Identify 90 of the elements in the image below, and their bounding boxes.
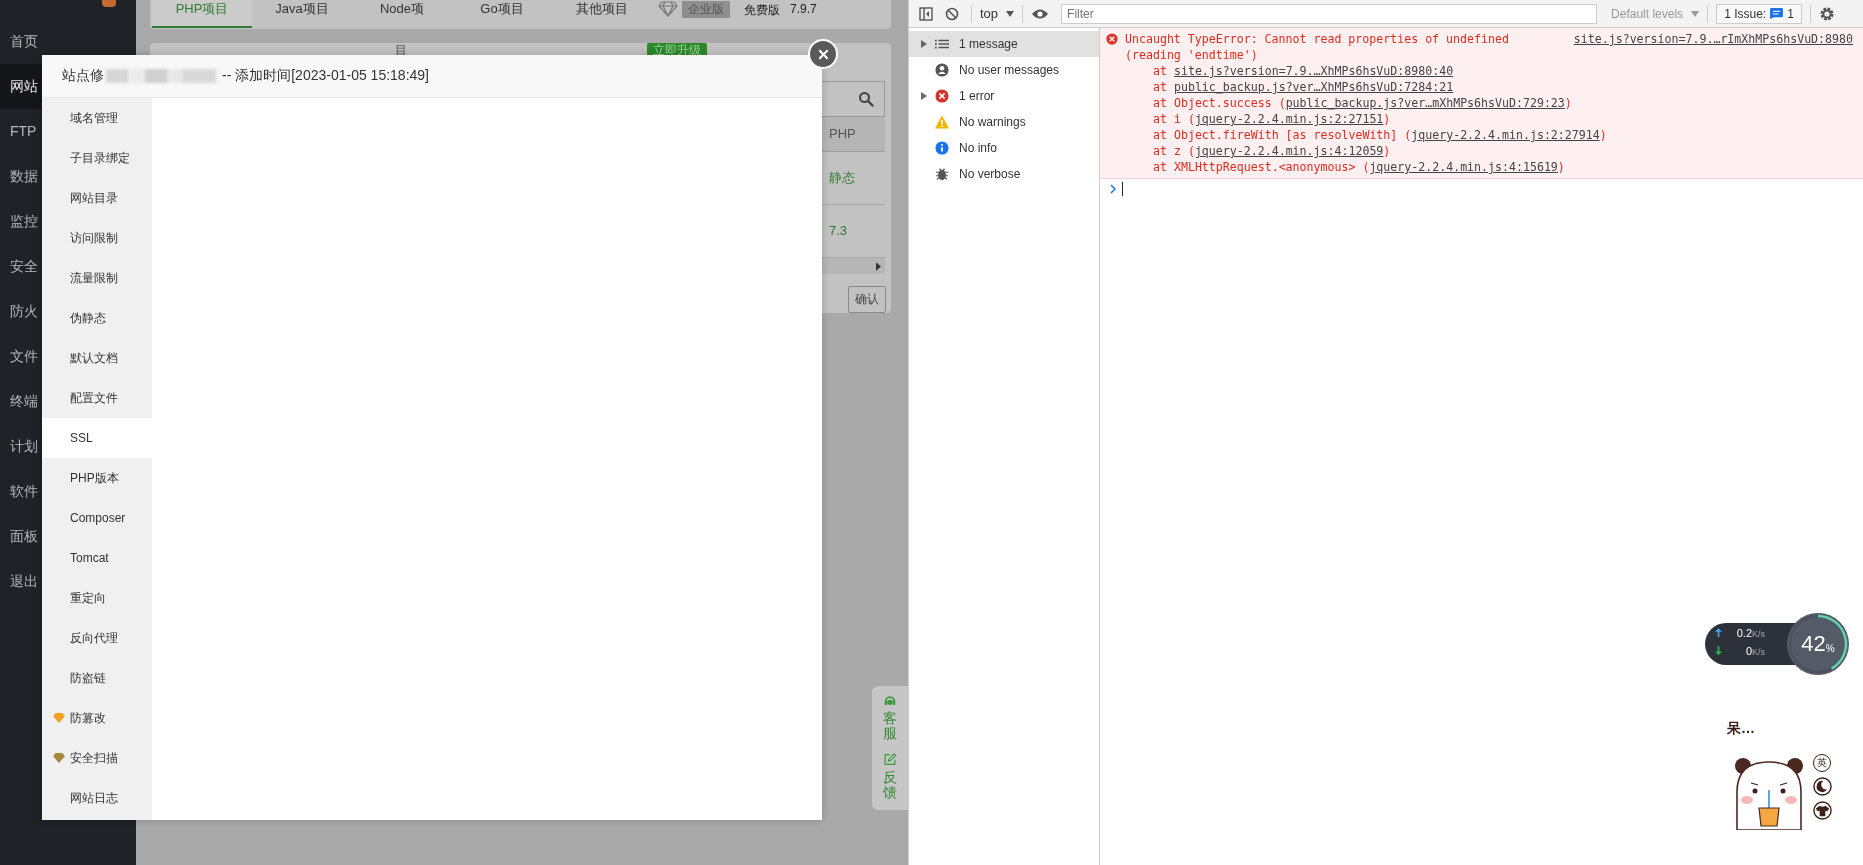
dialog-menu-item[interactable]: 防篡改 xyxy=(42,698,152,738)
scroll-right-icon[interactable] xyxy=(876,261,881,271)
close-button[interactable] xyxy=(808,39,838,69)
expand-icon[interactable] xyxy=(921,40,927,48)
moon-icon[interactable] xyxy=(1813,777,1832,796)
context-dropdown[interactable]: top xyxy=(980,6,999,21)
caret-icon xyxy=(1691,10,1700,17)
speed-unit: K/s xyxy=(1752,647,1765,657)
confirm-button[interactable]: 确认 xyxy=(848,286,886,313)
dialog-menu-item[interactable]: 访问限制 xyxy=(42,218,152,258)
download-speed: 0 xyxy=(1744,645,1752,657)
eye-icon[interactable] xyxy=(1031,7,1050,20)
error-message: Uncaught TypeError: Cannot read properties of undefined xyxy=(1125,31,1509,47)
error-icon xyxy=(935,89,949,103)
percent-sign: % xyxy=(1825,642,1835,654)
dialog-subtitle: -- 添加时间[2023-01-05 15:18:49] xyxy=(222,67,429,85)
message-filter-item[interactable]: No verbose xyxy=(909,161,1099,187)
info-icon xyxy=(935,141,949,155)
project-tab[interactable]: Go项目 xyxy=(452,0,552,26)
dialog-menu-item[interactable]: Composer xyxy=(42,498,152,538)
download-arrow-icon xyxy=(1715,646,1722,655)
message-filter-item[interactable]: No user messages xyxy=(909,57,1099,83)
dialog-menu-item[interactable]: 反向代理 xyxy=(42,618,152,658)
speed-unit: K/s xyxy=(1752,629,1765,639)
caret-icon xyxy=(1006,10,1015,17)
message-filter-item[interactable]: No info xyxy=(909,135,1099,161)
edit-icon xyxy=(883,752,897,766)
dialog-menu-item[interactable]: 域名管理 xyxy=(42,98,152,138)
stack-trace-line: at z (jquery-2.2.4.min.js:4:12059) xyxy=(1152,143,1392,159)
dialog-menu-item[interactable]: PHP版本 xyxy=(42,458,152,498)
diamond-icon xyxy=(658,1,678,17)
dialog-menu-item[interactable]: SSL xyxy=(42,418,152,458)
sidebar-toggle-icon[interactable] xyxy=(919,6,933,21)
headset-icon xyxy=(883,694,897,707)
version-label: 免费版 xyxy=(744,2,780,19)
bug-icon xyxy=(935,167,949,181)
dialog-menu-item[interactable]: 伪静态 xyxy=(42,298,152,338)
shirt-icon[interactable] xyxy=(1813,801,1832,820)
stack-trace-line: at public_backup.js?ver…XhMPs6hsVuD:7284:21 xyxy=(1152,79,1455,95)
upload-speed: 0.2 xyxy=(1735,627,1752,639)
user-icon xyxy=(935,63,949,77)
cpu-percent: 42 xyxy=(1801,631,1826,657)
message-filter-item[interactable]: 1 message xyxy=(909,31,1099,57)
dialog-menu-item[interactable]: 子目录绑定 xyxy=(42,138,152,178)
dialog-menu-item[interactable]: 配置文件 xyxy=(42,378,152,418)
source-link[interactable]: site.js?version=7.9.…rImXhMPs6hsVuD:8980 xyxy=(1573,31,1853,47)
dialog-menu-item[interactable]: 重定向 xyxy=(42,578,152,618)
clear-console-icon[interactable] xyxy=(945,6,959,21)
source-link[interactable]: jquery-2.2.4.min.js:4:15619 xyxy=(1369,160,1558,174)
filter-field[interactable]: Filter xyxy=(1061,3,1598,24)
dialog-menu-item[interactable]: 网站日志 xyxy=(42,778,152,818)
source-link[interactable]: jquery-2.2.4.min.js:2:27914 xyxy=(1411,128,1600,142)
close-icon xyxy=(817,48,829,60)
project-tab[interactable]: Java项目 xyxy=(252,0,352,26)
list-icon xyxy=(935,37,949,51)
project-tab[interactable]: 其他项目 xyxy=(552,0,652,26)
expand-icon[interactable] xyxy=(921,92,927,100)
dialog-menu-item[interactable]: 流量限制 xyxy=(42,258,152,298)
issues-button[interactable]: 1 Issue: 1 xyxy=(1716,3,1802,24)
dialog-menu-item[interactable]: 网站目录 xyxy=(42,178,152,218)
dialog-title: 站点修 xyxy=(62,67,104,85)
settings-icon[interactable] xyxy=(1818,5,1835,22)
dialog-menu-item[interactable]: 安全扫描 xyxy=(42,738,152,778)
stack-trace-line: at Object.success (public_backup.js?ver…mXhMPs6hsVuD:729:23) xyxy=(1152,95,1573,111)
stack-trace-line: at site.js?version=7.9.…XhMPs6hsVuD:8980:40 xyxy=(1152,63,1455,79)
dialog-menu-item[interactable]: Tomcat xyxy=(42,538,152,578)
search-icon xyxy=(858,91,874,107)
source-link[interactable]: jquery-2.2.4.min.js:2:27151 xyxy=(1194,112,1384,126)
upload-arrow-icon xyxy=(1715,628,1722,637)
project-tab[interactable]: Node项 xyxy=(352,0,452,26)
warning-icon xyxy=(935,115,949,129)
message-icon xyxy=(1770,8,1784,19)
prompt-icon xyxy=(1110,184,1116,194)
stack-trace-line: at Object.fireWith [as resolveWith] (jquery-2.2.4.min.js:2:27914) xyxy=(1152,127,1608,143)
stack-trace-line: at i (jquery-2.2.4.min.js:2:27151) xyxy=(1152,111,1392,127)
message-filter-item[interactable]: No warnings xyxy=(909,109,1099,135)
source-link[interactable]: jquery-2.2.4.min.js:4:12059 xyxy=(1194,144,1384,158)
source-link[interactable]: site.js?version=7.9.…XhMPs6hsVuD:8980:40 xyxy=(1173,64,1454,78)
notice-badge xyxy=(102,0,116,7)
dialog-menu-item[interactable]: 默认文档 xyxy=(42,338,152,378)
source-link[interactable]: public_backup.js?ver…mXhMPs6hsVuD:729:23 xyxy=(1285,96,1565,110)
sticker-caption: 呆… xyxy=(1727,720,1755,738)
message-filter-item[interactable]: 1 error xyxy=(909,83,1099,109)
dialog-menu-item[interactable]: 防盗链 xyxy=(42,658,152,698)
source-link[interactable]: public_backup.js?ver…XhMPs6hsVuD:7284:21 xyxy=(1173,80,1454,94)
error-icon xyxy=(1106,33,1118,45)
error-detail: (reading 'endtime') xyxy=(1125,47,1259,63)
card-heading: 目 xyxy=(395,44,407,56)
stack-trace-line: at XMLHttpRequest.<anonymous> (jquery-2.2.4.min.js:4:15619) xyxy=(1152,159,1566,175)
version-number: 7.9.7 xyxy=(790,2,817,16)
